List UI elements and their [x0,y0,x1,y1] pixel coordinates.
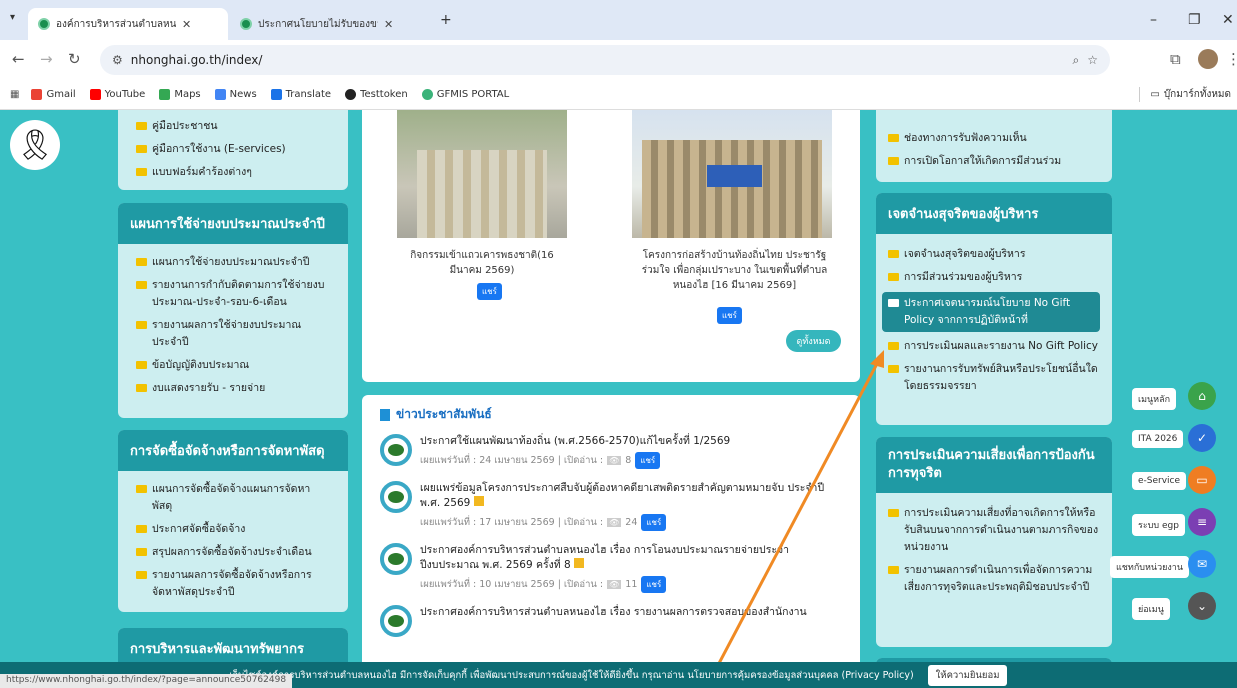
url-text: nhonghai.go.th/index/ [130,53,263,67]
youtube-icon [89,89,101,100]
bookmark-gmail[interactable]: Gmail [31,89,76,100]
accept-cookie-button[interactable]: ให้ความยินยอม [927,664,1008,686]
maximize-icon[interactable]: ❐ [1188,12,1201,28]
arrow-line [704,357,882,688]
bookmark-label: GFMIS PORTAL [436,89,510,100]
reload-icon[interactable]: ↻ [68,50,81,68]
annotation-arrow [704,350,884,688]
bookmark-label: Translate [285,89,332,100]
tab-inactive[interactable]: ประกาศนโยบายไม่รับของขวัญของกำ ✕ [230,8,430,40]
translate-icon [270,89,282,100]
gmail-icon [31,89,43,100]
menu-icon[interactable]: ⋮ [1226,50,1237,68]
zoom-icon[interactable]: ⌕ [1073,53,1080,68]
tab-active[interactable]: องค์การบริหารส่วนตำบลหนองไฮ อำเ ✕ [28,8,228,40]
forward-icon[interactable]: → [40,50,53,68]
star-icon[interactable]: ☆ [1087,53,1098,67]
bookmark-translate[interactable]: Translate [270,89,332,100]
bookmark-label: News [229,89,257,100]
site-info-icon[interactable]: ⚙ [112,53,123,67]
bookmark-label: Testtoken [360,89,408,100]
extensions-icon[interactable]: ⧉ [1170,50,1181,68]
avatar[interactable] [1198,49,1218,69]
bookmark-youtube[interactable]: YouTube [89,89,146,100]
maps-icon [159,89,171,100]
web-page: 🎗 คู่มือประชาชน คู่มือการใช้งาน (E-servi… [0,110,1237,688]
minimize-icon[interactable]: – [1150,12,1157,28]
tab-title: องค์การบริหารส่วนตำบลหนองไฮ อำเ [56,18,176,30]
news-icon [214,89,226,100]
site-favicon-icon [38,18,50,30]
bookmark-testtoken[interactable]: Testtoken [345,89,408,100]
tab-search-icon[interactable]: ▾ [10,12,15,23]
gfmis-icon [421,89,433,100]
testtoken-icon [345,89,357,100]
all-bookmarks[interactable]: ▭ บุ๊กมาร์กทั้งหมด [1139,87,1231,102]
bookmark-label: Gmail [46,89,76,100]
cookie-text: เว็บไซต์องค์การบริหารส่วนตำบลหนองไฮ มีกา… [229,669,914,681]
bookmark-maps[interactable]: Maps [159,89,201,100]
folder-icon: ▭ [1150,89,1160,100]
back-icon[interactable]: ← [12,50,25,68]
bookmark-news[interactable]: News [214,89,257,100]
new-tab-button[interactable]: + [440,12,452,28]
tab-title: ประกาศนโยบายไม่รับของขวัญของกำ [258,18,378,30]
tab-bar: ▾ องค์การบริหารส่วนตำบลหนองไฮ อำเ ✕ ประก… [0,0,1237,40]
bookmark-label: Maps [174,89,201,100]
close-icon[interactable]: ✕ [182,18,191,31]
site-favicon-icon [240,18,252,30]
bookmarks-folder-label: บุ๊กมาร์กทั้งหมด [1163,89,1231,100]
bookmark-gfmis[interactable]: GFMIS PORTAL [421,89,510,100]
status-bar-url: https://www.nhonghai.go.th/index/?page=a… [0,674,293,688]
arrow-head-icon [870,350,884,368]
bookmark-label: YouTube [104,89,146,100]
window-close-icon[interactable]: ✕ [1222,12,1234,28]
apps-icon[interactable]: ▦ [10,89,19,100]
close-icon[interactable]: ✕ [384,18,393,31]
url-bar[interactable]: ⚙ nhonghai.go.th/index/ ⌕ ☆ [100,45,1110,75]
bookmarks-bar: ▦ Gmail YouTube Maps News Translate Test… [0,80,1237,110]
